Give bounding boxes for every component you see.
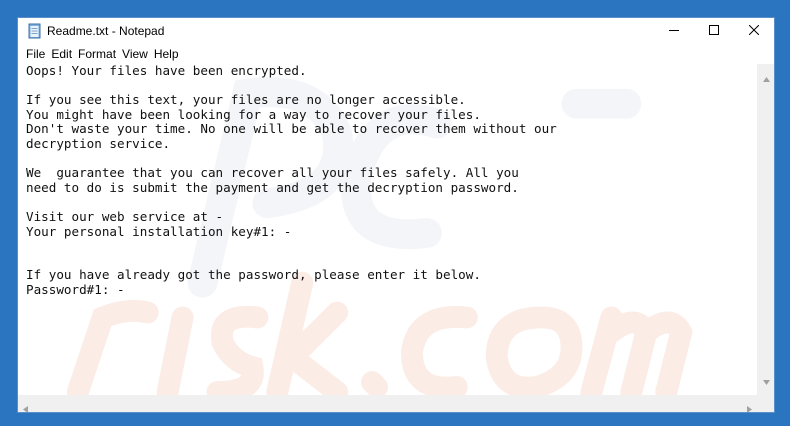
close-icon bbox=[748, 22, 760, 40]
text-line: Don't waste your time. No one will be ab… bbox=[26, 121, 557, 137]
vertical-scrollbar[interactable] bbox=[757, 64, 774, 395]
menu-bar: File Edit Format View Help bbox=[18, 44, 774, 64]
text-line: Oops! Your files have been encrypted. bbox=[26, 64, 307, 78]
close-button[interactable] bbox=[734, 18, 774, 44]
menu-view[interactable]: View bbox=[119, 44, 151, 64]
text-line bbox=[26, 79, 757, 94]
window-title: Readme.txt - Notepad bbox=[47, 24, 165, 38]
minimize-button[interactable] bbox=[654, 18, 694, 44]
text-line: If you have already got the password, pl… bbox=[26, 267, 481, 283]
text-line: If you see this text, your files are no … bbox=[26, 92, 466, 108]
notepad-window: Readme.txt - Notepad File Edit Format Vi… bbox=[17, 17, 775, 413]
text-line: decryption service. bbox=[26, 135, 171, 151]
menu-format[interactable]: Format bbox=[75, 44, 119, 64]
text-line: Password#1: - bbox=[26, 281, 125, 297]
notepad-icon bbox=[28, 23, 42, 39]
menu-edit[interactable]: Edit bbox=[48, 44, 75, 64]
menu-file[interactable]: File bbox=[23, 44, 48, 64]
document-text[interactable]: Oops! Your files have been encrypted. If… bbox=[18, 64, 757, 298]
text-line: You might have been looking for a way to… bbox=[26, 106, 481, 122]
size-grip[interactable] bbox=[757, 395, 774, 412]
minimize-icon bbox=[669, 22, 679, 40]
horizontal-scrollbar[interactable] bbox=[18, 395, 757, 412]
menu-help[interactable]: Help bbox=[151, 44, 182, 64]
maximize-button[interactable] bbox=[694, 18, 734, 44]
text-line: need to do is submit the payment and get… bbox=[26, 179, 519, 195]
scroll-left-icon[interactable] bbox=[23, 400, 28, 412]
scroll-up-icon[interactable] bbox=[763, 69, 770, 87]
text-line: We guarantee that you can recover all yo… bbox=[26, 165, 519, 181]
window-controls bbox=[654, 18, 774, 44]
text-line bbox=[26, 254, 757, 269]
text-line: Visit our web service at - bbox=[26, 208, 224, 224]
scroll-right-icon[interactable] bbox=[747, 400, 752, 412]
text-line bbox=[26, 195, 757, 210]
text-editor[interactable]: Oops! Your files have been encrypted. If… bbox=[18, 64, 757, 395]
text-line: Your personal installation key#1: - bbox=[26, 223, 292, 239]
text-line bbox=[26, 239, 757, 254]
maximize-icon bbox=[709, 22, 719, 40]
scroll-down-icon[interactable] bbox=[763, 372, 770, 390]
title-bar[interactable]: Readme.txt - Notepad bbox=[18, 18, 774, 44]
text-line bbox=[26, 152, 757, 167]
